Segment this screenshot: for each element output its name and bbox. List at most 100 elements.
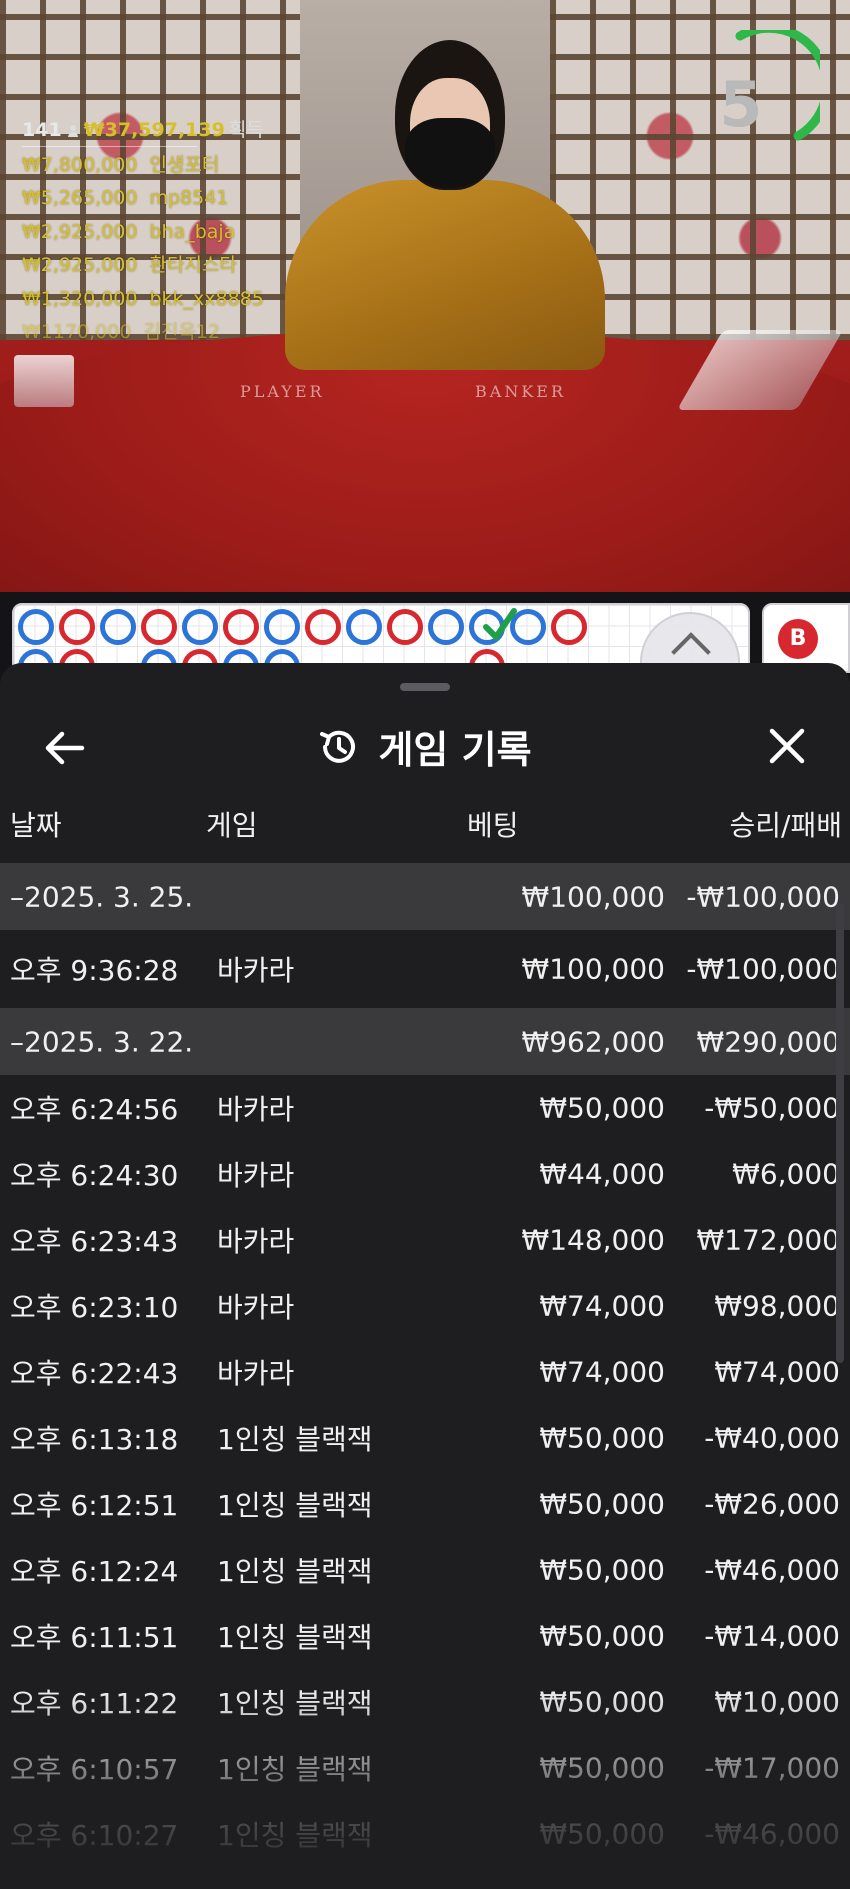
table-row[interactable]: 오후 6:10:57 1인칭 블랙잭 ₩50,000 -₩17,000	[0, 1735, 850, 1801]
row-time: 오후 9:36:28	[10, 954, 179, 987]
column-header-result[interactable]: 승리/패배	[730, 804, 842, 844]
winner-row: ₩1170,000 김진욱12	[22, 316, 264, 350]
row-time: 오후 6:11:51	[10, 1621, 179, 1654]
group-bet-total: ₩100,000	[521, 880, 665, 913]
row-time: 오후 6:22:43	[10, 1357, 179, 1390]
sheet-title: 게임 기록	[0, 719, 850, 774]
bead-player	[18, 609, 54, 645]
winner-name: 환타지스타	[149, 254, 237, 276]
winner-amount: ₩7,800,000	[22, 153, 138, 176]
winner-row: ₩1,320,000 bkk_xx8885	[22, 283, 264, 317]
bead-banker	[223, 609, 259, 645]
row-time: 오후 6:24:56	[10, 1093, 179, 1126]
table-row[interactable]: 오후 6:11:22 1인칭 블랙잭 ₩50,000 ₩10,000	[0, 1669, 850, 1735]
winner-row: ₩2,925,000 환타지스타	[22, 249, 264, 283]
row-game: 1인칭 블랙잭	[217, 1753, 373, 1786]
row-time: 오후 6:12:24	[10, 1555, 179, 1588]
checkmark-icon	[483, 608, 517, 642]
table-row[interactable]: 오후 6:24:30 바카라 ₩44,000 ₩6,000	[0, 1141, 850, 1207]
table-row[interactable]: 오후 6:12:24 1인칭 블랙잭 ₩50,000 -₩46,000	[0, 1537, 850, 1603]
winner-name: mp8541	[149, 187, 229, 209]
table-row[interactable]: 오후 6:13:18 1인칭 블랙잭 ₩50,000 -₩40,000	[0, 1405, 850, 1471]
table-row[interactable]: 오후 6:12:51 1인칭 블랙잭 ₩50,000 -₩26,000	[0, 1471, 850, 1537]
row-result: ₩10,000	[714, 1685, 840, 1719]
date-group-row[interactable]: –2025. 3. 22. ₩962,000 ₩290,000	[0, 1008, 850, 1075]
row-time: 오후 6:10:27	[10, 1819, 179, 1852]
date-group-row[interactable]: –2025. 3. 25. ₩100,000 -₩100,000	[0, 863, 850, 930]
player-label: PLAYER	[240, 382, 325, 401]
sheet-drag-handle[interactable]	[400, 683, 450, 691]
row-result: ₩172,000	[696, 1223, 840, 1257]
bead-banker	[141, 609, 177, 645]
row-time: 오후 6:12:51	[10, 1489, 179, 1522]
winner-count: 141	[22, 119, 62, 141]
row-game: 1인칭 블랙잭	[217, 1819, 373, 1852]
winners-total: ₩37,597,139	[83, 119, 225, 141]
row-result: ₩98,000	[714, 1289, 840, 1323]
row-result: -₩50,000	[704, 1091, 840, 1125]
table-row[interactable]: 오후 6:22:43 바카라 ₩74,000 ₩74,000	[0, 1339, 850, 1405]
row-bet: ₩74,000	[539, 1355, 665, 1389]
table-row[interactable]: 오후 9:36:28 바카라 ₩100,000 -₩100,000	[0, 930, 850, 1008]
column-header-date[interactable]: 날짜	[10, 804, 62, 844]
row-result: -₩17,000	[704, 1751, 840, 1785]
row-time: 오후 6:24:30	[10, 1159, 179, 1192]
winner-name: bha_baja	[149, 220, 236, 243]
row-bet: ₩44,000	[539, 1157, 665, 1191]
bead-player	[182, 609, 218, 645]
countdown-timer-value: 5	[719, 68, 763, 141]
row-game: 1인칭 블랙잭	[217, 1555, 373, 1588]
table-row[interactable]: 오후 6:10:27 1인칭 블랙잭 ₩50,000 -₩46,000	[0, 1801, 850, 1867]
winner-amount: ₩5,265,000	[22, 187, 138, 209]
winner-name: bkk_xx8885	[149, 287, 264, 310]
row-result: -₩40,000	[704, 1421, 840, 1455]
table-row[interactable]: 오후 6:23:10 바카라 ₩74,000 ₩98,000	[0, 1273, 850, 1339]
winner-amount: ₩2,925,000	[22, 220, 138, 243]
row-time: 오후 6:11:22	[10, 1687, 179, 1720]
row-game: 바카라	[217, 1225, 295, 1258]
row-time: 오후 6:13:18	[10, 1423, 179, 1456]
history-icon	[320, 730, 356, 763]
winners-suffix: 획득	[228, 119, 264, 141]
banker-badge-circle: B	[778, 619, 818, 659]
row-bet: ₩50,000	[539, 1685, 665, 1719]
winners-overlay: 141 ₩37,597,139 획득 ₩7,800,000 인생포터 ₩5,265…	[22, 114, 264, 350]
row-result: -₩100,000	[686, 952, 840, 986]
row-bet: ₩148,000	[521, 1223, 665, 1257]
row-bet: ₩50,000	[539, 1487, 665, 1521]
row-game: 1인칭 블랙잭	[217, 1621, 373, 1654]
row-bet: ₩50,000	[539, 1751, 665, 1785]
winner-amount: ₩2,925,000	[22, 254, 138, 276]
winner-amount: ₩1170,000	[22, 321, 132, 343]
bead-player	[346, 609, 382, 645]
group-result-total: -₩100,000	[686, 880, 840, 913]
row-bet: ₩50,000	[539, 1553, 665, 1587]
group-date: –2025. 3. 22.	[10, 1025, 194, 1058]
column-header-game[interactable]: 게임	[206, 804, 258, 844]
dealer-mask	[405, 118, 495, 188]
row-game: 바카라	[217, 954, 295, 987]
bead-player	[264, 609, 300, 645]
row-game: 1인칭 블랙잭	[217, 1687, 373, 1720]
row-bet: ₩50,000	[539, 1619, 665, 1653]
row-game: 바카라	[217, 1357, 295, 1390]
row-time: 오후 6:10:57	[10, 1753, 179, 1786]
row-result: ₩6,000	[732, 1157, 840, 1191]
table-row[interactable]: 오후 6:23:43 바카라 ₩148,000 ₩172,000	[0, 1207, 850, 1273]
row-bet: ₩50,000	[539, 1421, 665, 1455]
row-game: 바카라	[217, 1291, 295, 1324]
history-table: –2025. 3. 25. ₩100,000 -₩100,000 오후 9:36…	[0, 863, 850, 1867]
close-icon[interactable]	[762, 721, 812, 771]
row-result: -₩14,000	[704, 1619, 840, 1653]
column-header-bet[interactable]: 베팅	[467, 804, 519, 844]
table-row[interactable]: 오후 6:24:56 바카라 ₩50,000 -₩50,000	[0, 1075, 850, 1141]
bead-banker	[387, 609, 423, 645]
bead-player	[428, 609, 464, 645]
list-scrollbar[interactable]	[836, 903, 844, 1363]
bead-player	[100, 609, 136, 645]
row-result: -₩46,000	[704, 1817, 840, 1851]
table-row[interactable]: 오후 6:11:51 1인칭 블랙잭 ₩50,000 -₩14,000	[0, 1603, 850, 1669]
row-result: -₩26,000	[704, 1487, 840, 1521]
row-time: 오후 6:23:10	[10, 1291, 179, 1324]
banker-label: BANKER	[475, 382, 566, 401]
